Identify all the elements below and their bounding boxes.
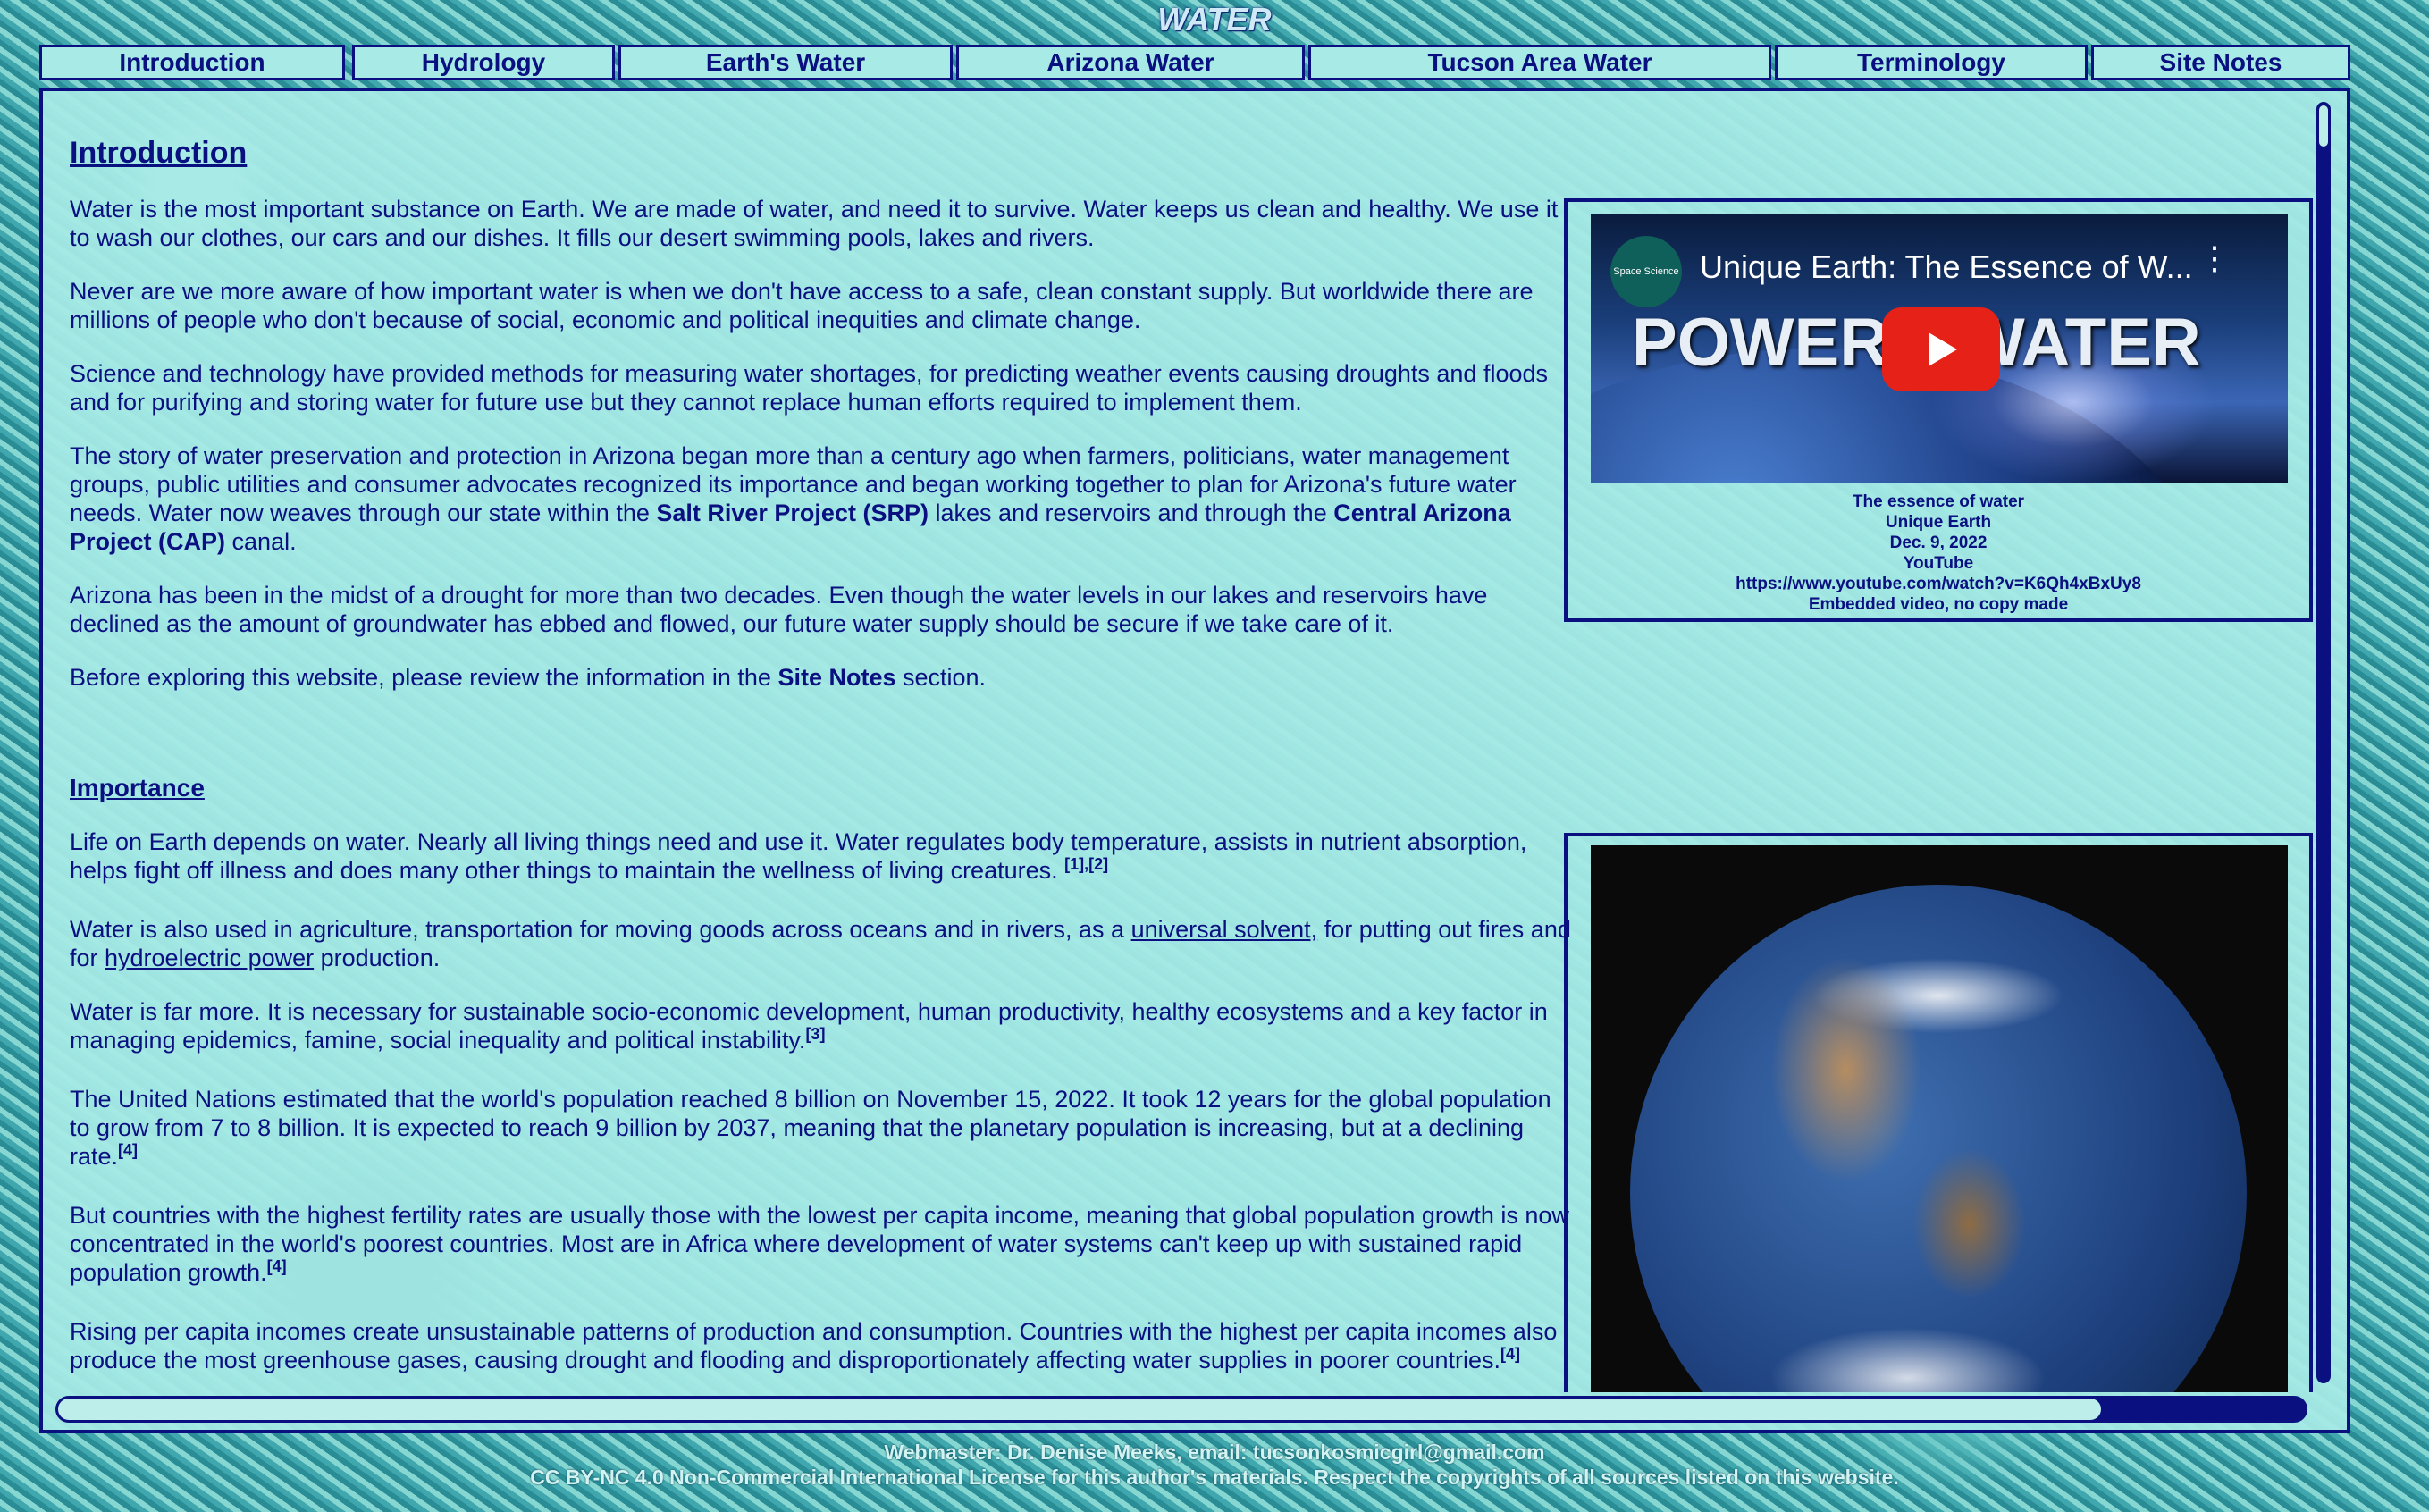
nav-earths-water[interactable]: Earth's Water — [618, 45, 953, 80]
footnote-ref[interactable]: [1],[2] — [1064, 855, 1108, 873]
importance-paragraph-5: But countries with the highest fertility… — [70, 1202, 1569, 1286]
footer-license: CC BY-NC 4.0 Non-Commercial Internationa… — [530, 1466, 1899, 1489]
video-word-power: POWER — [1632, 305, 1889, 381]
importance-paragraph-3: Water is far more. It is necessary for s… — [70, 998, 1548, 1054]
nav-introduction[interactable]: Introduction — [39, 45, 345, 80]
intro-paragraph-4: The story of water preservation and prot… — [70, 442, 1517, 555]
footnote-ref[interactable]: [4] — [267, 1257, 287, 1275]
content-panel: Introduction Water is the most important… — [39, 88, 2350, 1433]
video-caption: The essence of water Unique Earth Dec. 9… — [1736, 492, 2141, 614]
intro-paragraph-6: Before exploring this website, please re… — [70, 664, 987, 691]
footnote-ref[interactable]: [3] — [805, 1025, 825, 1043]
srp-term: Salt River Project (SRP) — [656, 500, 929, 526]
intro-paragraph-5: Arizona has been in the midst of a droug… — [70, 582, 1488, 637]
importance-paragraph-6: Rising per capita incomes create unsusta… — [70, 1318, 1558, 1373]
intro-paragraph-1: Water is the most important substance on… — [70, 196, 1559, 251]
earth-image-box — [1564, 833, 2313, 1392]
video-box: Space Science Unique Earth: The Essence … — [1564, 198, 2313, 622]
importance-paragraph-2: Water is also used in agriculture, trans… — [70, 916, 1571, 971]
video-title[interactable]: Unique Earth: The Essence of W... — [1700, 248, 2193, 286]
importance-paragraph-4: The United Nations estimated that the wo… — [70, 1086, 1551, 1170]
main-nav: Introduction Hydrology Earth's Water Ari… — [39, 45, 2350, 84]
play-icon — [1929, 332, 1957, 366]
universal-solvent-link[interactable]: universal solvent, — [1131, 916, 1318, 943]
intro-paragraph-3: Science and technology have provided met… — [70, 360, 1548, 416]
footnote-ref[interactable]: [4] — [118, 1141, 138, 1159]
play-button[interactable] — [1882, 307, 2000, 391]
importance-heading: Importance — [70, 774, 205, 802]
more-options-icon[interactable]: ⋮ — [2198, 242, 2231, 274]
vertical-scroll-thumb[interactable] — [2319, 105, 2328, 147]
vertical-scrollbar[interactable] — [2316, 102, 2331, 1383]
importance-paragraph-1: Life on Earth depends on water. Nearly a… — [70, 828, 1527, 884]
intro-heading: Introduction — [70, 136, 248, 170]
footer-webmaster: Webmaster: Dr. Denise Meeks, email: tucs… — [884, 1441, 1545, 1464]
site-title: WATER — [1157, 1, 1272, 38]
scroll-content: Introduction Water is the most important… — [70, 91, 2322, 1392]
earth-photo — [1591, 845, 2288, 1392]
earth-globe-image — [1630, 885, 2247, 1392]
footnote-ref[interactable]: [4] — [1500, 1345, 1520, 1363]
site-notes-term: Site Notes — [777, 664, 896, 691]
youtube-video[interactable]: Space Science Unique Earth: The Essence … — [1591, 214, 2288, 483]
hydroelectric-power-link[interactable]: hydroelectric power — [105, 945, 314, 971]
nav-arizona-water[interactable]: Arizona Water — [956, 45, 1305, 80]
channel-logo[interactable]: Space Science — [1610, 236, 1682, 307]
horizontal-scroll-thumb[interactable] — [58, 1399, 2101, 1420]
nav-site-notes[interactable]: Site Notes — [2091, 45, 2350, 80]
nav-tucson-area-water[interactable]: Tucson Area Water — [1308, 45, 1771, 80]
nav-hydrology[interactable]: Hydrology — [352, 45, 615, 80]
intro-paragraph-2: Never are we more aware of how important… — [70, 278, 1534, 333]
nav-terminology[interactable]: Terminology — [1775, 45, 2088, 80]
